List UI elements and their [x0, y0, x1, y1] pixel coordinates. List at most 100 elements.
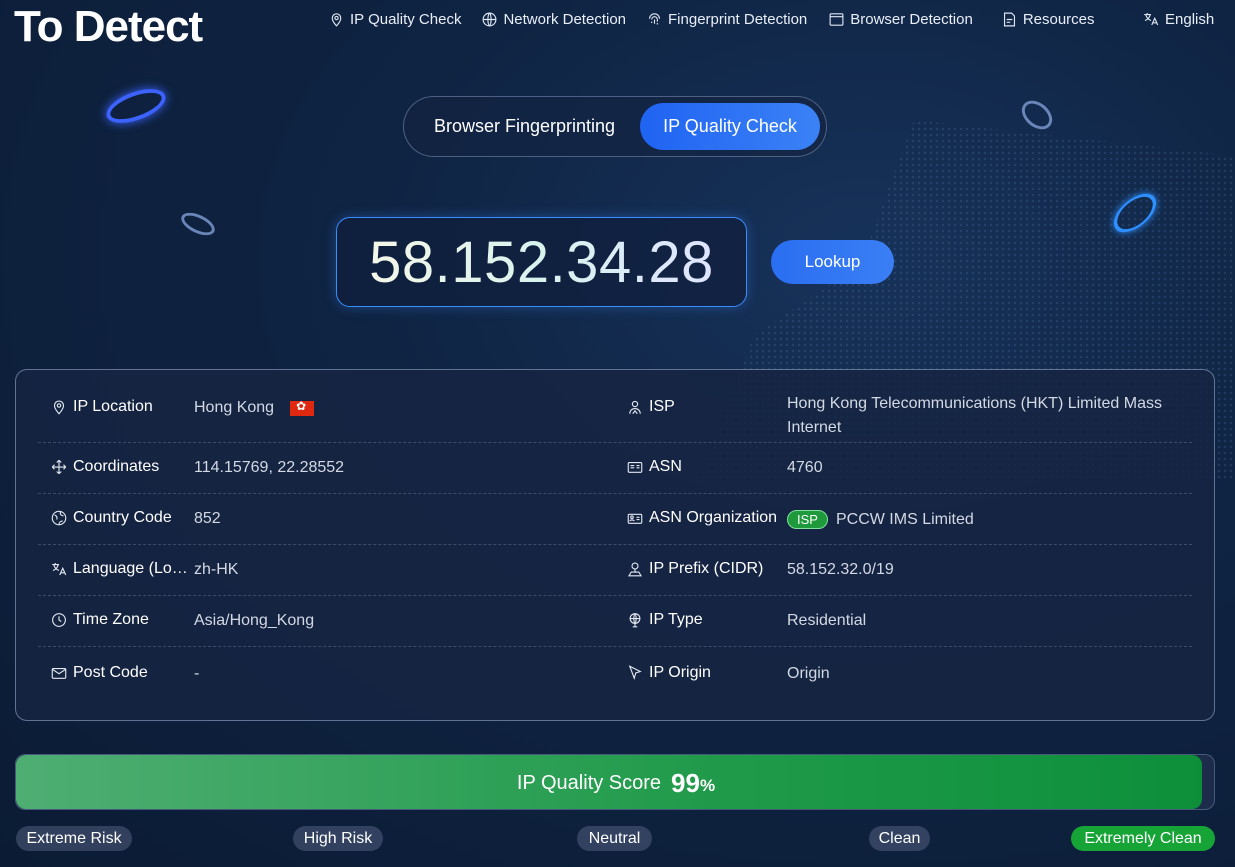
risk-level-extreme-risk: Extreme Risk [16, 826, 132, 851]
decorative-ring [177, 208, 219, 240]
mail-icon [51, 667, 67, 679]
top-header: To Detect IP Quality Check Network Detec… [0, 0, 1235, 52]
asn-label: ASN [626, 458, 682, 476]
lookup-button[interactable]: Lookup [771, 240, 894, 284]
location-pin-icon [53, 400, 65, 415]
map-pin-icon [628, 562, 642, 577]
ip-type-value: Residential [787, 612, 867, 629]
mode-tabs: Browser Fingerprinting IP Quality Check [403, 96, 827, 157]
isp-value: Hong Kong Telecommunications (HKT) Limit… [787, 392, 1177, 440]
info-label: IP Location [73, 398, 153, 415]
move-arrows-icon [51, 459, 67, 475]
nav-browser-detection[interactable]: Browser Detection [828, 10, 973, 28]
info-label: Time Zone [73, 611, 149, 628]
ip-origin-label: IP Origin [626, 664, 711, 682]
asn-organization-value: ISP PCCW IMS Limited [787, 510, 974, 529]
info-label: IP Origin [649, 664, 711, 681]
hong-kong-flag-icon [290, 399, 315, 416]
nav-ip-quality-check[interactable]: IP Quality Check [328, 10, 461, 28]
ip-info-card: IP Location Hong Kong ISP Hong Kong Tele… [15, 369, 1215, 721]
decorative-ring [102, 82, 170, 130]
info-label: ISP [649, 398, 675, 415]
score-value: 99 [671, 767, 700, 798]
clock-icon [52, 613, 66, 627]
score-unit: % [699, 775, 716, 795]
shield-globe-icon [629, 613, 641, 628]
quality-score-label: IP Quality Score 99 % [16, 755, 1216, 811]
ip-prefix-value: 58.152.32.0/19 [787, 561, 894, 578]
nav-fingerprint-detection[interactable]: Fingerprint Detection [646, 10, 807, 28]
time-zone-value: Asia/Hong_Kong [194, 612, 315, 629]
coordinates-value: 114.15769, 22.28552 [194, 459, 345, 476]
time-zone-label: Time Zone [50, 611, 149, 629]
post-code-label: Post Code [50, 664, 148, 682]
info-label: IP Prefix (CIDR) [649, 560, 764, 577]
location-pin-icon [331, 12, 342, 27]
ip-prefix-label: IP Prefix (CIDR) [626, 560, 763, 578]
risk-level-high-risk: High Risk [293, 826, 383, 851]
info-label: Coordinates [73, 458, 160, 475]
quality-score-bar: IP Quality Score 99 % [15, 754, 1215, 810]
score-title: IP Quality Score [516, 771, 662, 794]
fingerprint-icon [648, 12, 661, 24]
asn-value: 4760 [787, 459, 823, 476]
site-logo[interactable]: To Detect [14, 2, 203, 52]
country-code-label: Country Code [50, 509, 172, 527]
info-row: Time Zone Asia/Hong_Kong IP Type Residen… [38, 596, 1192, 647]
isp-label: ISP [626, 398, 675, 416]
info-row: IP Location Hong Kong ISP Hong Kong Tele… [38, 370, 1192, 443]
cursor-arrow-icon [628, 665, 642, 681]
asn-organization-label: ASN Organization [626, 509, 777, 527]
user-icon [629, 400, 641, 415]
ip-input-value: 58.152.34.28 [369, 229, 714, 295]
ip-input[interactable]: 58.152.34.28 [336, 217, 747, 307]
language-selector[interactable]: English [1142, 10, 1214, 28]
language-value: zh-HK [194, 561, 239, 578]
info-label: IP Type [649, 611, 703, 628]
ip-location-label: IP Location [50, 398, 153, 416]
ip-origin-value: Origin [787, 665, 830, 682]
nav-label: IP Quality Check [350, 10, 462, 28]
globe-icon [483, 12, 497, 26]
organization-icon [627, 513, 643, 524]
translate-icon [52, 563, 67, 576]
nav-label: Fingerprint Detection [668, 10, 808, 28]
info-label: Language (Lo… [73, 560, 188, 577]
nav-label: Resources [1022, 10, 1095, 28]
language-label: English [1165, 10, 1215, 28]
id-card-icon [627, 461, 643, 473]
info-row: Country Code 852 ASN Organization ISP PC… [38, 494, 1192, 545]
nav-label: Network Detection [503, 10, 627, 28]
ip-location-value: Hong Kong [194, 399, 315, 417]
translate-icon [1144, 13, 1159, 26]
main-nav: IP Quality Check Network Detection Finge… [328, 10, 1095, 28]
country-code-value: 852 [194, 510, 221, 527]
ip-type-label: IP Type [626, 611, 703, 629]
info-value: PCCW IMS Limited [835, 510, 974, 528]
decorative-ring [1016, 94, 1058, 136]
info-label: Country Code [73, 509, 172, 526]
tab-browser-fingerprinting[interactable]: Browser Fingerprinting [412, 103, 637, 150]
language-label: Language (Lo… [50, 560, 188, 578]
info-value: Hong Kong [194, 399, 275, 416]
info-value: Hong Kong Telecommunications (HKT) Limit… [787, 395, 1162, 436]
info-row: Coordinates 114.15769, 22.28552 ASN 4760 [38, 443, 1192, 494]
risk-level-clean: Clean [869, 826, 930, 851]
nav-label: Browser Detection [850, 10, 973, 28]
browser-window-icon [829, 12, 844, 26]
info-label: ASN Organization [649, 509, 778, 526]
info-label: Post Code [73, 664, 148, 681]
nav-network-detection[interactable]: Network Detection [481, 10, 626, 28]
globe-icon [51, 510, 67, 526]
info-row: Post Code - IP Origin Origin [38, 647, 1192, 698]
info-row: Language (Lo… zh-HK IP Prefix (CIDR) 58.… [38, 545, 1192, 596]
risk-level-extremely-clean: Extremely Clean [1071, 826, 1215, 851]
risk-level-neutral: Neutral [577, 826, 652, 851]
post-code-value: - [194, 665, 200, 682]
coordinates-label: Coordinates [50, 458, 159, 476]
isp-badge: ISP [787, 510, 828, 529]
tab-ip-quality-check[interactable]: IP Quality Check [640, 103, 820, 150]
nav-resources[interactable]: Resources [1001, 10, 1095, 28]
info-label: ASN [649, 458, 682, 475]
document-icon [1003, 12, 1015, 26]
